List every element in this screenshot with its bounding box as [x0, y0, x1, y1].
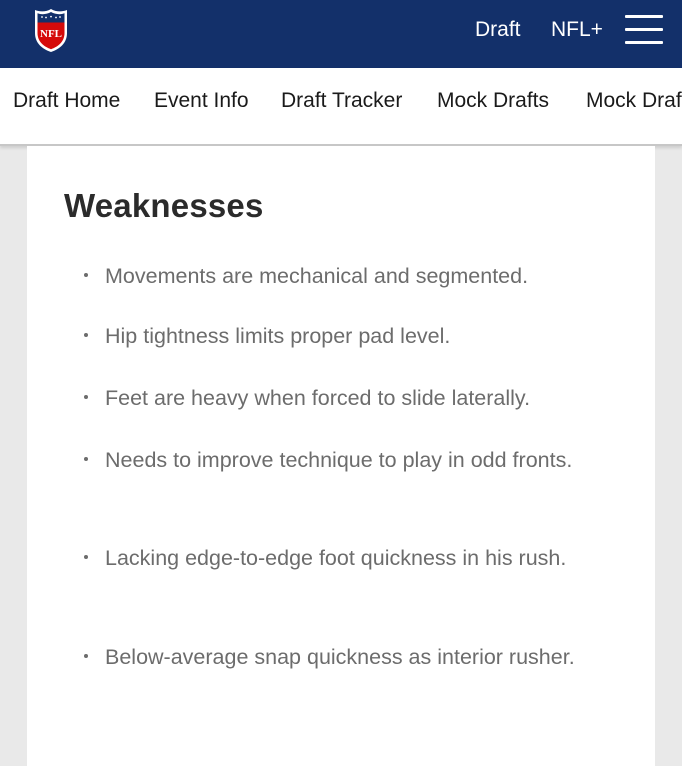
- list-item-text: Feet are heavy when forced to slide late…: [105, 386, 531, 410]
- list-item: Below-average snap quickness as interior…: [84, 639, 595, 675]
- subnav-draft-tracker[interactable]: Draft Tracker: [281, 88, 402, 114]
- top-header: NFL Draft NFL+: [0, 0, 682, 68]
- hamburger-menu-icon[interactable]: [625, 15, 663, 45]
- subnav-mock-drafts-2[interactable]: Mock Drafts: [586, 88, 682, 114]
- nfl-logo[interactable]: NFL: [33, 7, 69, 53]
- subnav-mock-drafts[interactable]: Mock Drafts: [437, 88, 549, 114]
- draft-subnav: Draft Home Event Info Draft Tracker Mock…: [0, 68, 682, 146]
- list-item-text: Needs to improve technique to play in od…: [105, 448, 573, 472]
- bullet-dot: [84, 273, 88, 277]
- list-item-text: Movements are mechanical and segmented.: [105, 264, 529, 288]
- list-item: Movements are mechanical and segmented.: [84, 258, 595, 294]
- weaknesses-card: Weaknesses Movements are mechanical and …: [27, 146, 655, 766]
- bullet-dot: [84, 654, 88, 658]
- list-item-text: Hip tightness limits proper pad level.: [105, 324, 451, 348]
- bullet-dot: [84, 457, 88, 461]
- list-item: Lacking edge-to-edge foot quickness in h…: [84, 540, 595, 576]
- bullet-dot: [84, 333, 88, 337]
- nav-link-draft[interactable]: Draft: [475, 16, 521, 44]
- nav-link-nfl-plus[interactable]: NFL+: [551, 16, 603, 44]
- subnav-event-info[interactable]: Event Info: [154, 88, 249, 114]
- list-item: Hip tightness limits proper pad level.: [84, 318, 595, 354]
- logo-wordmark: NFL: [40, 28, 62, 40]
- list-item-text: Lacking edge-to-edge foot quickness in h…: [105, 546, 567, 570]
- bullet-dot: [84, 555, 88, 559]
- list-item: Needs to improve technique to play in od…: [84, 442, 595, 478]
- list-item-text: Below-average snap quickness as interior…: [105, 645, 575, 669]
- section-heading: Weaknesses: [64, 187, 264, 224]
- subnav-draft-home[interactable]: Draft Home: [13, 88, 120, 114]
- bullet-dot: [84, 395, 88, 399]
- list-item: Feet are heavy when forced to slide late…: [84, 380, 595, 416]
